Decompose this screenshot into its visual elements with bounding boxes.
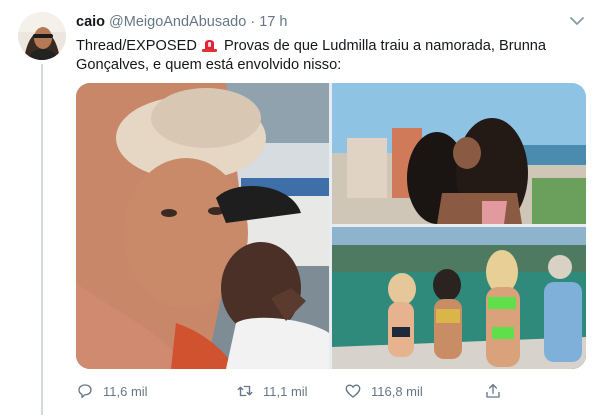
share-icon	[486, 383, 500, 398]
tweet-text: Thread/EXPOSED Provas de que Ludmilla tr…	[76, 37, 586, 75]
photo-selfie-boat[interactable]	[76, 83, 329, 369]
tweet-header: caio @MeigoAndAbusado · 17 h	[76, 13, 287, 31]
like-button[interactable]: 116,8 mil	[344, 381, 423, 401]
tweet-text-lead: Thread/EXPOSED	[76, 38, 197, 54]
share-button[interactable]	[484, 381, 511, 401]
separator-dot: ·	[250, 14, 256, 30]
photo-couple-rooftop[interactable]	[332, 83, 586, 224]
author-avatar[interactable]	[18, 12, 66, 60]
retweet-icon	[237, 385, 253, 397]
thread-connector-line	[41, 64, 43, 415]
retweet-count: 11,1 mil	[263, 383, 308, 399]
tweet-media-grid	[76, 83, 586, 369]
heart-icon	[345, 384, 361, 398]
photo-group-boat[interactable]	[332, 227, 586, 369]
police-light-emoji-icon	[201, 37, 218, 52]
reply-count: 11,6 mil	[103, 383, 148, 399]
tweet-actions-bar: 11,6 mil 11,1 mil 116,8 mil	[76, 381, 506, 403]
reply-icon	[78, 384, 92, 399]
retweet-button[interactable]: 11,1 mil	[236, 381, 308, 401]
chevron-down-icon[interactable]	[569, 14, 585, 26]
reply-button[interactable]: 11,6 mil	[76, 381, 148, 401]
author-handle[interactable]: @MeigoAndAbusado	[109, 14, 246, 30]
like-count: 116,8 mil	[371, 383, 423, 399]
tweet-time[interactable]: 17 h	[259, 14, 287, 30]
author-name[interactable]: caio	[76, 14, 105, 30]
